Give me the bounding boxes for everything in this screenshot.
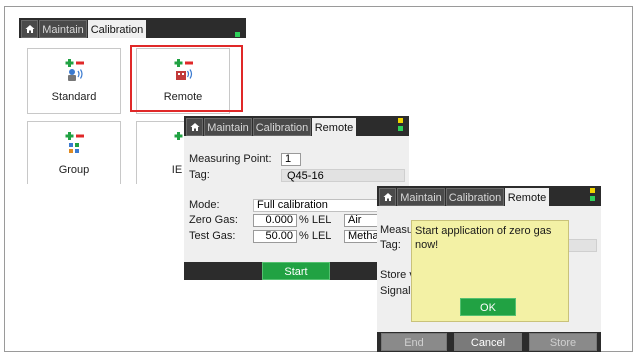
start-button[interactable]: Start <box>262 262 330 280</box>
tab-calibration[interactable]: Calibration <box>446 188 504 206</box>
calibration-standard-icon <box>65 59 84 81</box>
measuring-point-field[interactable]: 1 <box>281 153 301 166</box>
tab-remote[interactable]: Remote <box>505 188 549 206</box>
mode-label: Mode: <box>189 199 220 211</box>
status-indicator-icon <box>398 118 403 123</box>
status-indicator-icon <box>590 196 595 201</box>
tile-standard[interactable]: Standard <box>27 48 121 114</box>
measuring-point-label: Measuring Point: <box>189 153 272 165</box>
zero-gas-value-field[interactable]: 0.000 <box>253 214 297 227</box>
home-tab[interactable] <box>186 118 203 136</box>
tab-maintain[interactable]: Maintain <box>397 188 445 206</box>
tile-label: Group <box>58 164 90 176</box>
tab-bar: Maintain Calibration <box>19 18 246 38</box>
zero-gas-prompt-screen: Maintain Calibration Remote Measu Tag: S… <box>377 186 601 352</box>
dialog-message: Start application of zero gas now! <box>415 225 552 251</box>
tag-field: Q45-16 <box>281 169 405 182</box>
tab-bar: Maintain Calibration Remote <box>377 186 601 206</box>
tag-label: Tag: <box>189 169 210 181</box>
signal-label: Signal <box>380 285 411 297</box>
tab-maintain[interactable]: Maintain <box>204 118 252 136</box>
tab-remote[interactable]: Remote <box>312 118 356 136</box>
tile-group[interactable]: Group <box>27 121 121 184</box>
calibration-group-icon <box>65 132 84 153</box>
test-gas-value-field[interactable]: 50.00 <box>253 230 297 243</box>
store-label: Store v <box>380 269 415 281</box>
status-indicator-icon <box>398 126 403 131</box>
home-icon <box>383 193 393 201</box>
test-gas-label: Test Gas: <box>189 230 236 242</box>
tile-label: Standard <box>51 91 97 103</box>
highlight-remote-frame <box>130 45 243 112</box>
home-tab[interactable] <box>21 20 38 38</box>
remote-calibration-screen: Maintain Calibration Remote Measuring Po… <box>184 116 409 280</box>
end-button[interactable]: End <box>381 333 447 351</box>
zero-gas-dialog: Start application of zero gas now! OK <box>411 220 569 322</box>
tab-maintain[interactable]: Maintain <box>39 20 87 38</box>
ok-button[interactable]: OK <box>460 298 516 316</box>
measuring-point-label: Measu <box>380 224 414 236</box>
status-indicator-icon <box>235 32 240 37</box>
zero-gas-label: Zero Gas: <box>189 214 238 226</box>
test-gas-unit: % LEL <box>299 230 332 242</box>
cancel-button[interactable]: Cancel <box>454 333 522 351</box>
store-button[interactable]: Store <box>529 333 597 351</box>
status-indicator-icon <box>590 188 595 193</box>
tag-label: Tag: <box>380 239 401 251</box>
tab-calibration[interactable]: Calibration <box>88 20 146 38</box>
home-tab[interactable] <box>379 188 396 206</box>
home-icon <box>25 25 35 33</box>
tab-calibration[interactable]: Calibration <box>253 118 311 136</box>
home-icon <box>190 123 200 131</box>
zero-gas-unit: % LEL <box>299 214 332 226</box>
tab-bar: Maintain Calibration Remote <box>184 116 409 136</box>
